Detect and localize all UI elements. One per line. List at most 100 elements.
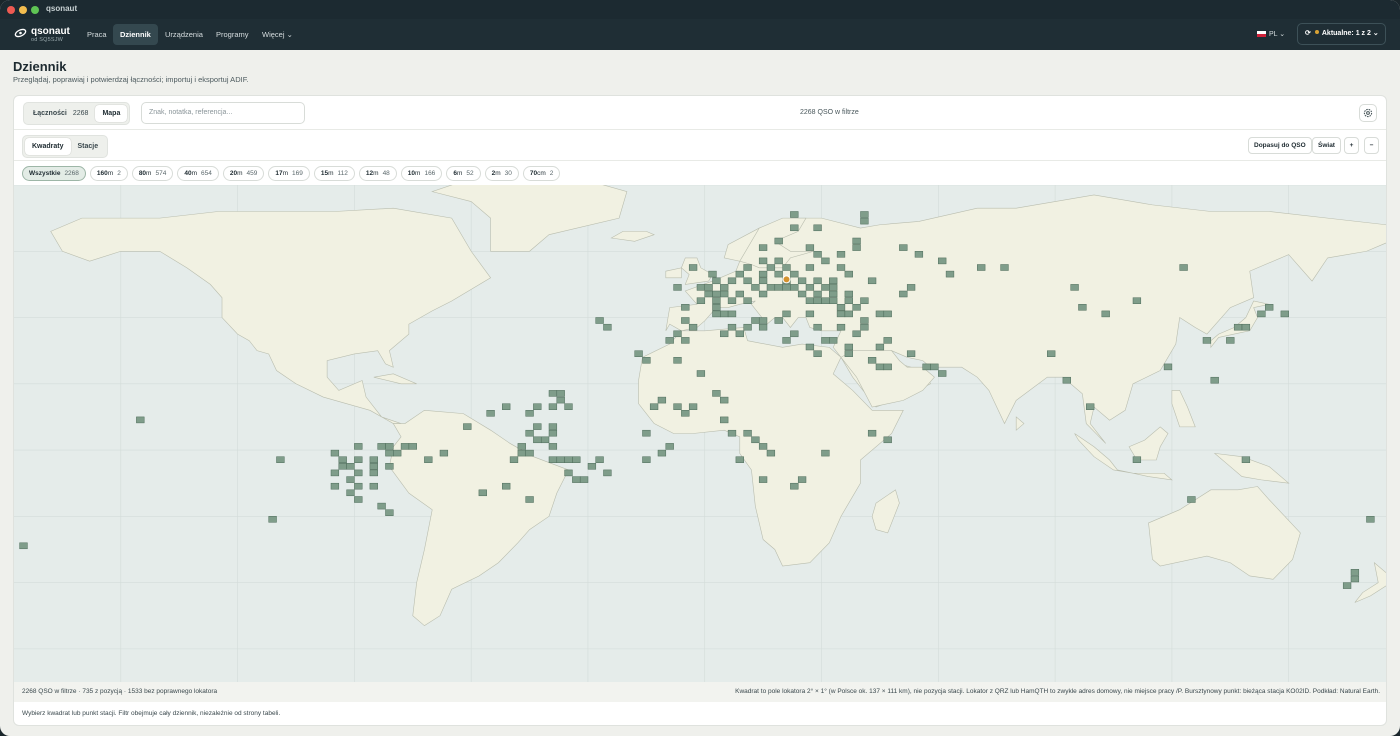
locator-square[interactable] [517,443,526,450]
locator-square[interactable] [502,403,511,410]
locator-square[interactable] [330,449,340,457]
locator-square[interactable] [875,310,885,318]
locator-square[interactable] [751,317,760,324]
locator-square[interactable] [906,350,916,357]
locator-square[interactable] [790,224,799,232]
band-chip-15m[interactable]: 15m 112 [313,166,355,181]
locator-square[interactable] [704,284,713,291]
locator-square[interactable] [1210,376,1219,384]
locator-square[interactable] [860,217,869,225]
locator-square[interactable] [408,443,417,450]
band-chip-160m[interactable]: 160m 2 [89,166,128,181]
nav-praca[interactable]: Praca [80,24,114,45]
locator-square[interactable] [673,284,682,291]
locator-square[interactable] [385,509,394,516]
locator-square[interactable] [782,264,791,271]
locator-square[interactable] [727,429,737,437]
locator-square[interactable] [525,496,534,503]
locator-square[interactable] [696,370,706,377]
locator-square[interactable] [564,403,573,410]
locator-square[interactable] [743,323,752,331]
locator-square[interactable] [712,297,721,304]
locator-square[interactable] [540,436,550,444]
locator-square[interactable] [844,343,853,351]
locator-square[interactable] [712,277,721,285]
locator-square[interactable] [836,304,846,311]
nav-dziennik[interactable]: Dziennik [113,24,158,45]
locator-square[interactable] [517,449,526,457]
locator-square[interactable] [587,463,597,470]
locator-square[interactable] [688,403,698,410]
locator-square[interactable] [867,429,877,437]
locator-square[interactable] [1350,569,1360,576]
locator-square[interactable] [346,463,355,470]
locator-square[interactable] [712,304,721,311]
locator-square[interactable] [400,443,410,450]
locator-square[interactable] [758,244,768,251]
locator-square[interactable] [346,489,355,497]
locator-square[interactable] [354,496,363,503]
locator-square[interactable] [385,449,394,457]
locator-square[interactable] [860,297,869,304]
locator-square[interactable] [727,297,737,304]
locator-square[interactable] [369,482,378,490]
locator-square[interactable] [463,423,472,430]
locator-square[interactable] [1132,297,1142,304]
locator-square[interactable] [1132,456,1142,463]
locator-square[interactable] [836,264,846,271]
locator-square[interactable] [136,416,145,424]
locator-square[interactable] [338,463,347,470]
locator-square[interactable] [875,343,885,351]
language-selector[interactable]: PL ⌄ [1253,24,1285,45]
nav-programy[interactable]: Programy [209,24,256,45]
locator-square[interactable] [758,290,768,298]
locator-square[interactable] [844,270,853,278]
locator-square[interactable] [821,297,830,304]
locator-square[interactable] [354,456,363,463]
locator-square[interactable] [836,310,846,318]
band-chip-2m[interactable]: 2m 30 [484,166,519,181]
locator-square[interactable] [735,456,744,463]
locator-square[interactable] [743,297,752,304]
locator-square[interactable] [727,277,737,285]
locator-square[interactable] [829,277,838,285]
band-chip-10m[interactable]: 10m 166 [400,166,443,181]
locator-square[interactable] [751,284,760,291]
locator-square[interactable] [502,482,511,490]
locator-square[interactable] [930,363,939,371]
locator-square[interactable] [743,264,752,271]
locator-square[interactable] [1241,456,1251,463]
locator-square[interactable] [354,482,363,490]
locator-square[interactable] [727,310,737,318]
locator-square[interactable] [805,264,815,271]
locator-square[interactable] [945,270,955,278]
locator-square[interactable] [1342,582,1352,589]
locator-square[interactable] [899,244,908,251]
locator-square[interactable] [572,476,581,483]
locator-square[interactable] [790,284,799,291]
locator-square[interactable] [595,317,604,324]
locator-square[interactable] [758,323,768,331]
locator-square[interactable] [665,443,674,450]
world-map[interactable] [14,185,1386,682]
locator-square[interactable] [712,290,721,298]
locator-square[interactable] [782,310,791,318]
band-chip-wszystkie[interactable]: Wszystkie 2268 [22,166,86,181]
locator-square[interactable] [673,330,682,338]
locator-square[interactable] [564,469,573,477]
nav-wiecej[interactable]: Więcej ⌄ [255,24,300,45]
locator-square[interactable] [766,449,776,457]
locator-square[interactable] [346,476,355,483]
locator-square[interactable] [393,449,402,457]
locator-square[interactable] [844,297,853,304]
locator-square[interactable] [1350,575,1360,583]
locator-square[interactable] [774,284,783,291]
locator-square[interactable] [603,323,612,331]
locator-square[interactable] [852,330,861,338]
locator-square[interactable] [774,257,783,265]
locator-square[interactable] [805,244,815,251]
locator-square[interactable] [673,357,682,364]
locator-square[interactable] [1070,284,1079,291]
locator-square[interactable] [681,410,690,417]
locator-square[interactable] [681,337,690,344]
